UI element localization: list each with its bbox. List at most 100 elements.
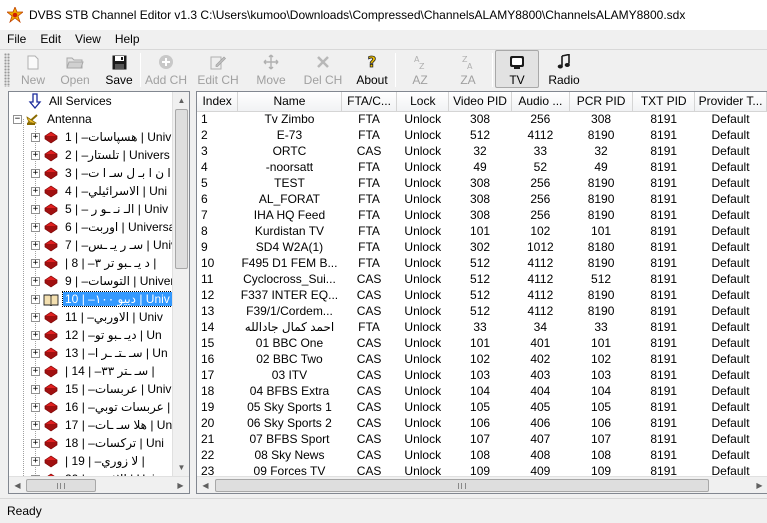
- tree-item-satellite[interactable]: + ديـ ـبو تو– | 12 | Un: [31, 326, 164, 344]
- tree-item-satellite[interactable]: + تركسات– | 18 | Uni: [31, 434, 166, 452]
- menu-view[interactable]: View: [68, 32, 108, 46]
- tree-expand-toggle[interactable]: +: [31, 438, 40, 448]
- tree-expand-toggle[interactable]: +: [31, 348, 40, 358]
- table-row[interactable]: 6 AL_FORAT FTA Unlock 308 256 8190 8191 Default: [197, 191, 767, 207]
- add-channel-button[interactable]: Add CH: [141, 50, 191, 88]
- tv-toggle-button[interactable]: TV: [495, 50, 539, 88]
- table-row[interactable]: 8 Kurdistan TV FTA Unlock 101 102 101 8191 Defau…: [197, 223, 767, 239]
- tree-expand-toggle[interactable]: +: [31, 294, 40, 304]
- table-row[interactable]: 19 05 Sky Sports 1 CAS Unlock 105 405 105 8191 D…: [197, 399, 767, 415]
- table-row[interactable]: 4 -noorsatt FTA Unlock 49 52 49 8191 Default: [197, 159, 767, 175]
- tree-expand-toggle[interactable]: +: [31, 276, 40, 286]
- tree-collapse-toggle[interactable]: −: [13, 114, 22, 124]
- column-header[interactable]: Lock: [396, 92, 450, 112]
- column-header[interactable]: Video PID: [448, 92, 512, 112]
- sort-az-button[interactable]: AZ AZ: [396, 50, 444, 88]
- table-row[interactable]: 1 Tv Zimbo FTA Unlock 308 256 308 8191 Default: [197, 111, 767, 127]
- tree-vertical-scrollbar[interactable]: ▲ ▼: [172, 92, 189, 476]
- tree-item-satellite[interactable]: + تلستار– | 2 | Univers: [31, 146, 172, 164]
- table-row[interactable]: 11 Cyclocross_Sui... CAS Unlock 512 4112 512 81…: [197, 271, 767, 287]
- delete-channel-button[interactable]: Del CH: [297, 50, 349, 88]
- scroll-thumb[interactable]: [26, 479, 96, 492]
- sort-za-button[interactable]: ZA ZA: [444, 50, 492, 88]
- toolbar-grip[interactable]: [4, 53, 10, 87]
- tree-item-satellite[interactable]: + دييو ١٠٠– | 10 | Univ: [31, 290, 173, 308]
- table-row[interactable]: 5 TEST FTA Unlock 308 256 8190 8191 Default: [197, 175, 767, 191]
- menu-edit[interactable]: Edit: [33, 32, 68, 46]
- tree-item-satellite[interactable]: + سـ ر يـ ـس– | 7 | Univ: [31, 236, 179, 254]
- table-row[interactable]: 22 08 Sky News CAS Unlock 108 408 108 8191 Defau…: [197, 447, 767, 463]
- table-row[interactable]: 20 06 Sky Sports 2 CAS Unlock 106 406 106 8191 D…: [197, 415, 767, 431]
- scroll-down-icon[interactable]: ▼: [173, 459, 189, 476]
- table-row[interactable]: 3 ORTC CAS Unlock 32 33 32 8191 Default: [197, 143, 767, 159]
- tree-item-satellite[interactable]: + اوربت– | 6 | Universa: [31, 218, 177, 236]
- save-button[interactable]: Save: [98, 50, 140, 88]
- scroll-right-icon[interactable]: ▶: [172, 477, 189, 493]
- tree-item-satellite[interactable]: + هلا سـ ـات– | 17 | Uni: [31, 416, 177, 434]
- new-button[interactable]: New: [14, 50, 52, 88]
- tree-item-satellite[interactable]: + هسپاسات– | 1 | Univ: [31, 128, 173, 146]
- tree-expand-toggle[interactable]: +: [31, 330, 40, 340]
- table-row[interactable]: 18 04 BFBS Extra CAS Unlock 104 404 104 8191 Def…: [197, 383, 767, 399]
- tree-item-antenna[interactable]: − Antenna: [13, 110, 94, 128]
- tree-item-satellite[interactable]: + الـ نـ ـو ر – | 5 | Univ: [31, 200, 170, 218]
- scroll-thumb[interactable]: [175, 109, 188, 269]
- tree-expand-toggle[interactable]: +: [31, 168, 40, 178]
- about-button[interactable]: ? About: [349, 50, 395, 88]
- move-button[interactable]: Move: [245, 50, 297, 88]
- table-row[interactable]: 7 IHA HQ Feed FTA Unlock 308 256 8190 8191 Defau…: [197, 207, 767, 223]
- tree-item-satellite[interactable]: + التوسات– | 9 | Univer: [31, 272, 176, 290]
- scroll-right-icon[interactable]: ▶: [751, 477, 767, 493]
- column-header[interactable]: PCR PID: [569, 92, 634, 112]
- tree-item-satellite[interactable]: + ا ن ا بـ ل سـ ا ت– | 3 | Uni: [31, 164, 189, 182]
- table-row[interactable]: 16 02 BBC Two CAS Unlock 102 402 102 8191 Defaul…: [197, 351, 767, 367]
- tree-expand-toggle[interactable]: +: [31, 366, 40, 376]
- tree-expand-toggle[interactable]: +: [31, 312, 40, 322]
- tree-expand-toggle[interactable]: +: [31, 258, 40, 268]
- table-row[interactable]: 21 07 BFBS Sport CAS Unlock 107 407 107 8191 Def…: [197, 431, 767, 447]
- radio-toggle-button[interactable]: Radio: [539, 50, 589, 88]
- table-row[interactable]: 2 E-73 FTA Unlock 512 4112 8190 8191 Default: [197, 127, 767, 143]
- tree-item-satellite[interactable]: + الاوربي– | 11 | Univ: [31, 308, 165, 326]
- scroll-thumb[interactable]: [215, 479, 709, 492]
- table-row[interactable]: 17 03 ITV CAS Unlock 103 403 103 8191 Default: [197, 367, 767, 383]
- tree-item-all-services[interactable]: All Services: [27, 92, 114, 110]
- column-header[interactable]: TXT PID: [632, 92, 696, 112]
- tree-expand-toggle[interactable]: +: [31, 384, 40, 394]
- tree-item-satellite[interactable]: + الاسرائيلي– | 4 | Uni: [31, 182, 169, 200]
- scroll-left-icon[interactable]: ◀: [197, 477, 214, 493]
- services-tree[interactable]: All Services − Antenna + هسپاسات– | 1 | U…: [8, 91, 190, 494]
- table-row[interactable]: 15 01 BBC One CAS Unlock 101 401 101 8191 Defaul…: [197, 335, 767, 351]
- column-header[interactable]: Provider T...: [694, 92, 767, 112]
- tree-expand-toggle[interactable]: +: [31, 132, 40, 142]
- tree-expand-toggle[interactable]: +: [31, 240, 40, 250]
- tree-item-satellite[interactable]: + سـ ـتـ ـر ا– | 13 | Un: [31, 344, 170, 362]
- edit-channel-button[interactable]: Edit CH: [191, 50, 245, 88]
- menu-file[interactable]: File: [0, 32, 33, 46]
- tree-horizontal-scrollbar[interactable]: ◀ ▶: [9, 476, 189, 493]
- tree-expand-toggle[interactable]: +: [31, 150, 40, 160]
- grid-horizontal-scrollbar[interactable]: ◀ ▶: [197, 476, 767, 493]
- column-header[interactable]: Name: [237, 92, 342, 112]
- tree-item-satellite[interactable]: + | سـ ـتر ٣٣– | 14 |: [31, 362, 157, 380]
- tree-item-satellite[interactable]: + عربسات توبي– | 16 | U: [31, 398, 184, 416]
- table-row[interactable]: 10 F495 D1 FEM B... FTA Unlock 512 4112 8190 81…: [197, 255, 767, 271]
- tree-item-satellite[interactable]: + | لا زوري– | 19 |: [31, 452, 147, 470]
- tree-expand-toggle[interactable]: +: [31, 222, 40, 232]
- tree-item-satellite[interactable]: + عربسات– | 15 | Univ: [31, 380, 173, 398]
- tree-item-satellite[interactable]: + | د يـ ـبو تر ٣– | 8 |: [31, 254, 158, 272]
- table-row[interactable]: 13 F39/1/Cordem... CAS Unlock 512 4112 8190 819…: [197, 303, 767, 319]
- tree-expand-toggle[interactable]: +: [31, 186, 40, 196]
- tree-expand-toggle[interactable]: +: [31, 420, 40, 430]
- tree-expand-toggle[interactable]: +: [31, 204, 40, 214]
- tree-expand-toggle[interactable]: +: [31, 402, 40, 412]
- menu-help[interactable]: Help: [108, 32, 147, 46]
- column-header[interactable]: Index: [197, 92, 239, 112]
- column-header[interactable]: FTA/C...: [341, 92, 398, 112]
- column-header[interactable]: Audio ...: [511, 92, 570, 112]
- scroll-left-icon[interactable]: ◀: [9, 477, 26, 493]
- scroll-up-icon[interactable]: ▲: [173, 92, 189, 109]
- table-row[interactable]: 12 F337 INTER EQ... CAS Unlock 512 4112 8190 81…: [197, 287, 767, 303]
- table-row[interactable]: 14 احمد كمال جادالله FTA Unlock 33 34 33 8191 De…: [197, 319, 767, 335]
- open-button[interactable]: Open: [52, 50, 98, 88]
